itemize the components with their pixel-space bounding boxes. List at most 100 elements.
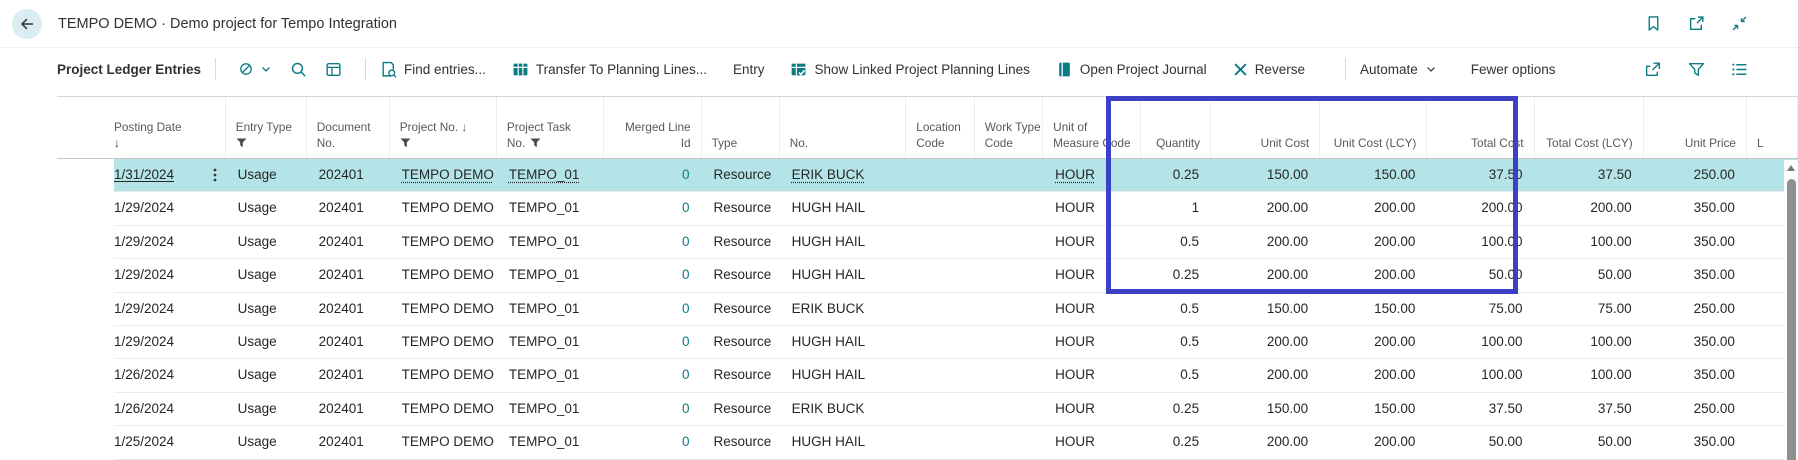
filter-icon[interactable] — [1688, 61, 1705, 78]
entry-menu-button[interactable]: Entry — [733, 62, 765, 77]
column-header-unit_of_measure_code[interactable]: Unit ofMeasure Code — [1043, 97, 1141, 158]
cell-unit_price[interactable]: 250.00 — [1644, 159, 1747, 192]
cell-merged_line_id[interactable]: 0 — [604, 293, 702, 326]
cell-unit_price[interactable]: 350.00 — [1644, 359, 1747, 392]
cell-document_no[interactable]: 202401 — [307, 293, 390, 326]
open-in-new-window-icon[interactable] — [1688, 15, 1705, 32]
cell-total_cost_lcy[interactable]: 200.00 — [1535, 192, 1644, 225]
column-header-project_task_no[interactable]: Project TaskNo. — [497, 97, 604, 158]
share-icon[interactable] — [1644, 61, 1662, 78]
column-header-posting_date[interactable]: Posting Date↓ — [114, 97, 226, 158]
cell-quantity[interactable]: 0.5 — [1141, 226, 1211, 259]
scroll-thumb[interactable] — [1787, 179, 1796, 460]
fewer-options-button[interactable]: Fewer options — [1471, 62, 1556, 77]
cell-entry_type[interactable]: Usage — [226, 359, 307, 392]
cell-total_cost_lcy[interactable]: 37.50 — [1535, 159, 1644, 192]
cell-unit_price[interactable]: 350.00 — [1644, 226, 1747, 259]
cell-work_type_code[interactable] — [975, 293, 1043, 326]
cell-project_task_no[interactable]: TEMPO_01 — [497, 226, 604, 259]
cell-total_cost[interactable]: 37.50 — [1427, 159, 1534, 192]
cell-quantity[interactable]: 0.25 — [1141, 393, 1211, 426]
cell-quantity[interactable]: 1 — [1141, 192, 1211, 225]
cell-unit_cost[interactable]: 200.00 — [1211, 259, 1320, 292]
cell-project_no[interactable]: TEMPO DEMO — [390, 293, 497, 326]
cell-quantity[interactable]: 0.25 — [1141, 259, 1211, 292]
cell-total_cost[interactable]: 75.00 — [1427, 293, 1534, 326]
cell-entry_type[interactable]: Usage — [226, 426, 307, 459]
table-row[interactable]: 1/26/2024Usage202401TEMPO DEMOTEMPO_010R… — [57, 359, 1798, 392]
column-header-location_code[interactable]: LocationCode — [906, 97, 974, 158]
cell-work_type_code[interactable] — [975, 393, 1043, 426]
column-header-type[interactable]: Type — [702, 97, 780, 158]
cell-project_no[interactable]: TEMPO DEMO — [390, 393, 497, 426]
cell-document_no[interactable]: 202401 — [307, 359, 390, 392]
cell-unit_cost[interactable]: 150.00 — [1211, 159, 1320, 192]
cell-posting_date[interactable]: 1/31/2024 — [114, 159, 226, 192]
cell-location_code[interactable] — [906, 192, 974, 225]
cell-entry_type[interactable]: Usage — [226, 393, 307, 426]
cell-quantity[interactable]: 0.5 — [1141, 293, 1211, 326]
cell-document_no[interactable]: 202401 — [307, 259, 390, 292]
cell-quantity[interactable]: 0.5 — [1141, 359, 1211, 392]
table-row[interactable]: 1/29/2024Usage202401TEMPO DEMOTEMPO_010R… — [57, 192, 1798, 225]
cell-location_code[interactable] — [906, 426, 974, 459]
cell-no[interactable]: ERIK BUCK — [780, 293, 907, 326]
cell-unit_cost_lcy[interactable]: 200.00 — [1320, 426, 1427, 459]
cell-unit_cost[interactable]: 200.00 — [1211, 426, 1320, 459]
column-header-unit_cost_lcy[interactable]: Unit Cost (LCY) — [1320, 97, 1427, 158]
cell-project_no[interactable]: TEMPO DEMO — [390, 359, 497, 392]
column-header-total_cost[interactable]: Total Cost — [1427, 97, 1534, 158]
table-row[interactable]: 1/29/2024Usage202401TEMPO DEMOTEMPO_010R… — [57, 326, 1798, 359]
column-header-no[interactable]: No. — [780, 97, 907, 158]
cell-unit_cost_lcy[interactable]: 200.00 — [1320, 192, 1427, 225]
cell-type[interactable]: Resource — [702, 226, 780, 259]
cell-type[interactable]: Resource — [702, 293, 780, 326]
cell-project_task_no[interactable]: TEMPO_01 — [497, 293, 604, 326]
cell-work_type_code[interactable] — [975, 159, 1043, 192]
cell-location_code[interactable] — [906, 259, 974, 292]
cell-no[interactable]: HUGH HAIL — [780, 326, 907, 359]
cell-unit_price[interactable]: 350.00 — [1644, 326, 1747, 359]
column-header-total_cost_lcy[interactable]: Total Cost (LCY) — [1535, 97, 1644, 158]
cell-unit_of_measure_code[interactable]: HOUR — [1043, 192, 1141, 225]
cell-type[interactable]: Resource — [702, 326, 780, 359]
cell-unit_cost[interactable]: 200.00 — [1211, 226, 1320, 259]
column-header-project_no[interactable]: Project No. ↓ — [390, 97, 497, 158]
cell-total_cost_lcy[interactable]: 37.50 — [1535, 393, 1644, 426]
cell-project_task_no[interactable]: TEMPO_01 — [497, 359, 604, 392]
table-row[interactable]: 1/29/2024Usage202401TEMPO DEMOTEMPO_010R… — [57, 226, 1798, 259]
cell-total_cost[interactable]: 50.00 — [1427, 426, 1534, 459]
cell-type[interactable]: Resource — [702, 192, 780, 225]
transfer-to-planning-lines-button[interactable]: Transfer To Planning Lines... — [512, 61, 707, 78]
cell-total_cost[interactable]: 50.00 — [1427, 259, 1534, 292]
cell-project_task_no[interactable]: TEMPO_01 — [497, 426, 604, 459]
row-context-menu-icon[interactable] — [213, 168, 217, 182]
cell-quantity[interactable]: 0.5 — [1141, 326, 1211, 359]
cell-project_no[interactable]: TEMPO DEMO — [390, 159, 497, 192]
analysis-mode-icon[interactable] — [325, 61, 342, 78]
cell-type[interactable]: Resource — [702, 259, 780, 292]
cell-posting_date[interactable]: 1/29/2024 — [114, 259, 226, 292]
find-entries-button[interactable]: Find entries... — [380, 61, 486, 78]
cell-total_cost_lcy[interactable]: 75.00 — [1535, 293, 1644, 326]
cell-entry_type[interactable]: Usage — [226, 159, 307, 192]
cell-work_type_code[interactable] — [975, 426, 1043, 459]
column-header-line_truncated[interactable]: L — [1747, 97, 1798, 158]
table-row[interactable]: 1/31/2024Usage202401TEMPO DEMOTEMPO_010R… — [57, 159, 1798, 192]
cell-posting_date[interactable]: 1/26/2024 — [114, 393, 226, 426]
cell-unit_price[interactable]: 250.00 — [1644, 293, 1747, 326]
cell-project_no[interactable]: TEMPO DEMO — [390, 226, 497, 259]
cell-entry_type[interactable]: Usage — [226, 226, 307, 259]
cell-merged_line_id[interactable]: 0 — [604, 393, 702, 426]
cell-project_no[interactable]: TEMPO DEMO — [390, 259, 497, 292]
cell-type[interactable]: Resource — [702, 359, 780, 392]
table-row[interactable]: 1/29/2024Usage202401TEMPO DEMOTEMPO_010R… — [57, 293, 1798, 326]
cell-no[interactable]: HUGH HAIL — [780, 359, 907, 392]
column-header-unit_cost[interactable]: Unit Cost — [1211, 97, 1320, 158]
cell-document_no[interactable]: 202401 — [307, 393, 390, 426]
cell-unit_cost_lcy[interactable]: 200.00 — [1320, 226, 1427, 259]
cell-type[interactable]: Resource — [702, 393, 780, 426]
cell-total_cost[interactable]: 37.50 — [1427, 393, 1534, 426]
cell-total_cost[interactable]: 100.00 — [1427, 226, 1534, 259]
cell-total_cost[interactable]: 100.00 — [1427, 359, 1534, 392]
